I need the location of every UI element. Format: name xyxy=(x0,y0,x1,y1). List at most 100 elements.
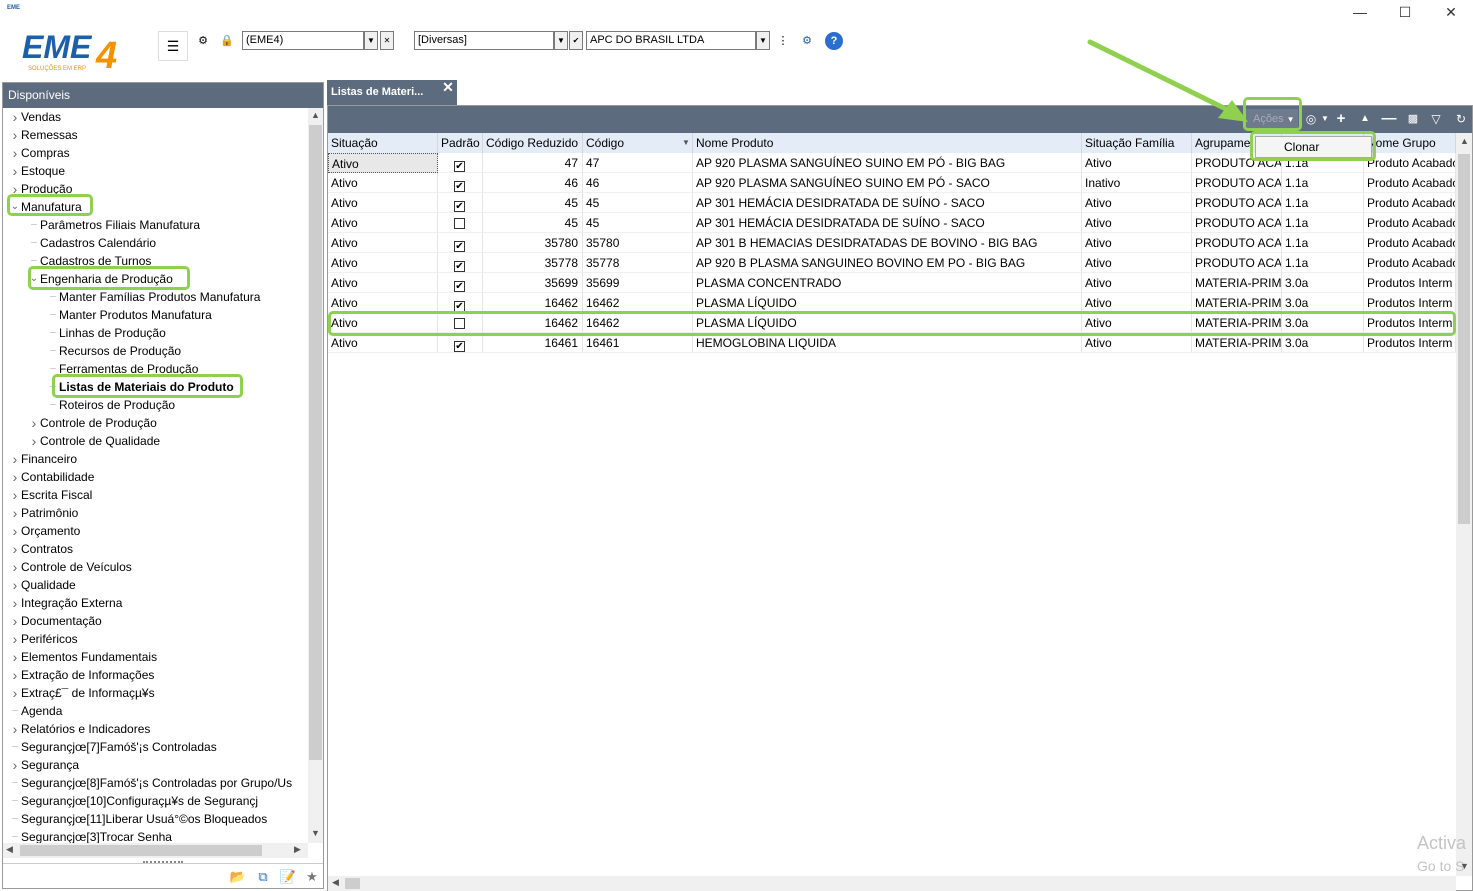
tree-item[interactable]: › Contabilidade xyxy=(3,468,308,486)
sort-descending-icon[interactable]: ▼ xyxy=(682,138,690,147)
tree-item[interactable]: › Remessas xyxy=(3,126,308,144)
checkbox-checked[interactable]: ✔ xyxy=(454,341,465,352)
chevron-down-icon[interactable]: ▼ xyxy=(554,31,568,50)
tree-item[interactable]: › Segurança xyxy=(3,756,308,774)
tree-item[interactable]: › Extração de Informações xyxy=(3,666,308,684)
chevron-right-icon[interactable]: › xyxy=(10,144,20,162)
chevron-right-icon[interactable]: › xyxy=(10,468,20,486)
column-header[interactable]: Nome Produto xyxy=(693,133,1082,153)
chevron-down-icon[interactable]: ▼ xyxy=(364,31,378,50)
splitter-grip[interactable] xyxy=(143,861,183,864)
column-header[interactable]: Padrão xyxy=(438,133,483,153)
settings-icon[interactable]: ⚙ xyxy=(798,31,816,50)
scroll-left-icon[interactable]: ◀ xyxy=(6,844,13,855)
tree-item[interactable]: ─ Segurançjœ[11]Liberar Usuá°©os Bloquead… xyxy=(3,810,308,828)
more-options-icon[interactable]: ⋮ xyxy=(774,31,792,50)
tree-item[interactable]: › Elementos Fundamentais xyxy=(3,648,308,666)
chevron-right-icon[interactable]: › xyxy=(10,450,20,468)
chevron-right-icon[interactable]: › xyxy=(10,558,20,576)
chevron-right-icon[interactable]: › xyxy=(10,180,20,198)
tree-item[interactable]: ─ Parâmetros Filiais Manufatura xyxy=(3,216,308,234)
column-header[interactable]: Situação xyxy=(328,133,438,153)
chevron-right-icon[interactable]: › xyxy=(10,648,20,666)
scroll-up-icon[interactable]: ▲ xyxy=(311,110,320,120)
checkbox-checked[interactable]: ✔ xyxy=(454,201,465,212)
chevron-right-icon[interactable]: › xyxy=(10,630,20,648)
chevron-right-icon[interactable]: › xyxy=(10,522,20,540)
chevron-right-icon[interactable]: › xyxy=(10,594,20,612)
tree-item[interactable]: ─ Cadastros de Turnos xyxy=(3,252,308,270)
branch-combo[interactable]: [Diversas] xyxy=(414,31,554,50)
chevron-right-icon[interactable]: › xyxy=(10,162,20,180)
close-tab-icon[interactable]: ✕ xyxy=(440,79,456,95)
tree-item[interactable]: ─ Manter Famílias Produtos Manufatura xyxy=(3,288,308,306)
help-icon[interactable]: ? xyxy=(825,32,843,50)
tree-item[interactable]: ─ Segurançjœ[10]Configuraçµ¥s de Seguranç… xyxy=(3,792,308,810)
chevron-right-icon[interactable]: › xyxy=(29,414,39,432)
firm-combo[interactable]: APC DO BRASIL LTDA xyxy=(586,31,756,50)
tab-listas-materiais[interactable]: Listas de Materi... xyxy=(327,80,457,105)
chevron-right-icon[interactable]: › xyxy=(10,108,20,126)
tree-item[interactable]: › Vendas xyxy=(3,108,308,126)
tree-item[interactable]: › Extraç£¯ de Informaçµ¥s xyxy=(3,684,308,702)
chevron-right-icon[interactable]: › xyxy=(10,540,20,558)
tree-item[interactable]: › Compras xyxy=(3,144,308,162)
export-icon[interactable]: ▩ xyxy=(1404,110,1422,128)
chevron-right-icon[interactable]: › xyxy=(29,432,39,450)
chevron-down-icon[interactable]: ⌄ xyxy=(10,198,20,216)
checkbox-checked[interactable]: ✔ xyxy=(454,301,465,312)
tree-item[interactable]: › Controle de Produção xyxy=(3,414,308,432)
refresh-icon[interactable]: ↻ xyxy=(1452,110,1470,128)
checkbox-checked[interactable]: ✔ xyxy=(454,261,465,272)
filter-icon[interactable]: ▽ xyxy=(1427,110,1445,128)
chevron-right-icon[interactable]: › xyxy=(10,486,20,504)
tree-item[interactable]: › Produção xyxy=(3,180,308,198)
table-row[interactable]: Ativo ✔ 35778 35778 AP 920 B PLASMA SANGUINE… xyxy=(328,253,1456,273)
chevron-right-icon[interactable]: › xyxy=(10,720,20,738)
tree-item[interactable]: ─ Listas de Materiais do Produto xyxy=(3,378,308,396)
scrollbar-thumb[interactable] xyxy=(20,845,262,856)
table-row[interactable]: Ativo ✔ 35780 35780 AP 301 B HEMACIAS DESIDR… xyxy=(328,233,1456,253)
table-row[interactable]: Ativo 45 45 AP 301 HEMÁCIA DESIDRATADA DE S… xyxy=(328,213,1456,233)
tree-item[interactable]: › Controle de Qualidade xyxy=(3,432,308,450)
checkbox-checked[interactable]: ✔ xyxy=(454,281,465,292)
edit-favorites-icon[interactable]: 📝 xyxy=(279,869,297,885)
tree-item[interactable]: › Periféricos xyxy=(3,630,308,648)
tree-item[interactable]: › Estoque xyxy=(3,162,308,180)
tree-item[interactable]: › Contratos xyxy=(3,540,308,558)
tree-item[interactable]: › Integração Externa xyxy=(3,594,308,612)
tree-item[interactable]: › Documentação xyxy=(3,612,308,630)
table-row[interactable]: Ativo ✔ 46 46 AP 920 PLASMA SANGUÍNEO SUINO … xyxy=(328,173,1456,193)
table-row[interactable]: Ativo 16462 16462 PLASMA LÍQUIDO Ativo MATERI… xyxy=(328,313,1456,333)
copy-icon[interactable]: ⧉ xyxy=(254,869,272,885)
add-icon[interactable]: + xyxy=(1332,110,1350,128)
chevron-right-icon[interactable]: › xyxy=(10,612,20,630)
tree-item[interactable]: › Qualidade xyxy=(3,576,308,594)
tree-item[interactable]: ─ Segurançjœ[3]Trocar Senha xyxy=(3,828,308,843)
column-header[interactable]: Nome Grupo xyxy=(1364,133,1456,153)
tree-item[interactable]: › Escrita Fiscal xyxy=(3,486,308,504)
checkbox-checked[interactable]: ✔ xyxy=(454,241,465,252)
scrollbar-thumb[interactable] xyxy=(309,125,322,760)
lock-icon[interactable]: 🔒 xyxy=(218,31,236,50)
close-window-button[interactable]: ✕ xyxy=(1428,0,1473,24)
table-row[interactable]: Ativo ✔ 35699 35699 PLASMA CONCENTRADO Ativo M… xyxy=(328,273,1456,293)
chevron-right-icon[interactable]: › xyxy=(10,684,20,702)
checkmark-icon[interactable]: ✔ xyxy=(569,31,583,50)
scroll-right-icon[interactable]: ▶ xyxy=(294,844,301,855)
folder-open-icon[interactable]: 📂 xyxy=(229,869,247,885)
checkbox-unchecked[interactable] xyxy=(454,318,465,329)
scroll-up-icon[interactable]: ▲ xyxy=(1460,136,1469,146)
chevron-right-icon[interactable]: › xyxy=(10,756,20,774)
horizontal-scrollbar[interactable] xyxy=(328,876,1456,891)
tree-item[interactable]: ⌄ Engenharia de Produção xyxy=(3,270,308,288)
tree-item[interactable]: › Orçamento xyxy=(3,522,308,540)
tree-item[interactable]: ─ Segurançjœ[7]Famóš'¡s Controladas xyxy=(3,738,308,756)
checkbox-checked[interactable]: ✔ xyxy=(454,181,465,192)
maximize-button[interactable]: ☐ xyxy=(1382,0,1428,24)
tree-item[interactable]: › Relatórios e Indicadores xyxy=(3,720,308,738)
scroll-left-icon[interactable]: ◀ xyxy=(332,877,339,888)
menu-item-clonar[interactable]: Clonar xyxy=(1284,140,1319,154)
tree-item[interactable]: ─ Segurançjœ[8]Famóš'¡s Controladas por G… xyxy=(3,774,308,792)
tree-item[interactable]: ─ Manter Produtos Manufatura xyxy=(3,306,308,324)
